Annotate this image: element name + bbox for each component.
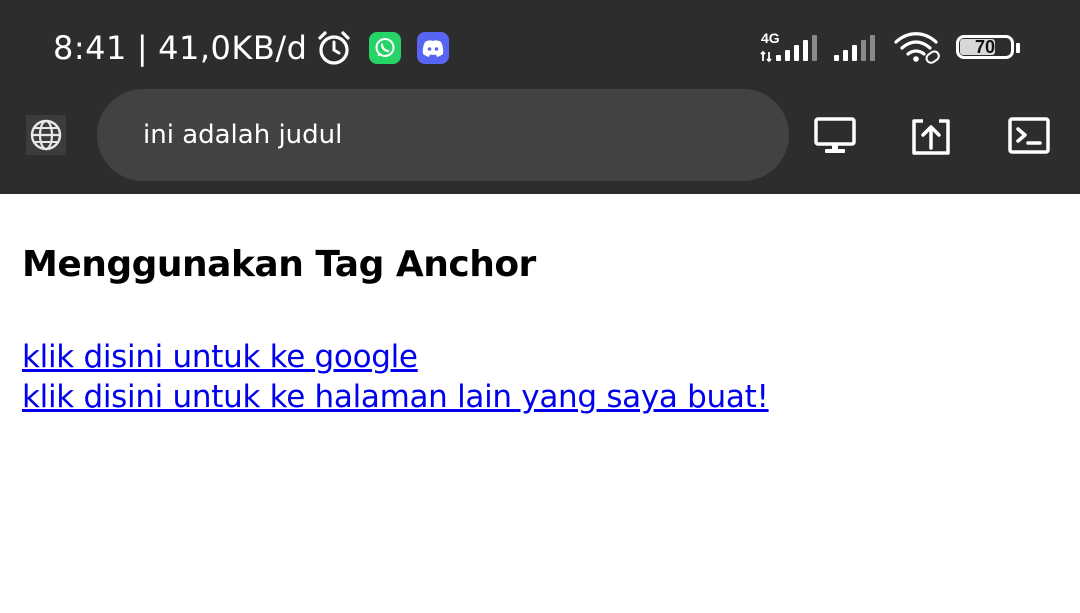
network-type-label: 4G [761,30,780,46]
page-content: Menggunakan Tag Anchor klik disini untuk… [22,244,769,417]
battery-level: 70 [974,36,996,57]
desktop-icon[interactable] [813,114,857,158]
link-list: klik disini untuk ke google klik disini … [22,337,769,417]
signal-icon [834,35,875,61]
status-bar-right: 4G 70 [760,26,1022,70]
url-bar[interactable]: ini adalah judul [97,89,789,181]
battery-icon: 70 [956,33,1022,63]
console-icon[interactable] [1007,114,1051,158]
link-google[interactable]: klik disini untuk ke google [22,337,769,377]
signal-4g-icon: 4G [760,30,817,63]
status-net-speed: 41,0KB/d [158,29,308,67]
top-bar: 8:41 | 41,0KB/d 4G 70 ini adalah judul [0,0,1080,194]
page-heading: Menggunakan Tag Anchor [22,244,536,285]
status-bar-left: 8:41 | 41,0KB/d [53,26,450,70]
discord-icon [417,32,450,64]
url-text[interactable]: ini adalah judul [143,89,342,181]
link-other-page[interactable]: klik disini untuk ke halaman lain yang s… [22,377,769,417]
whatsapp-icon [369,32,402,64]
share-icon[interactable] [909,114,953,158]
alarm-icon [318,31,351,65]
status-time: 8:41 [53,29,127,67]
status-separator: | [136,29,149,67]
wifi-icon [894,32,940,64]
globe-icon[interactable] [26,115,66,155]
